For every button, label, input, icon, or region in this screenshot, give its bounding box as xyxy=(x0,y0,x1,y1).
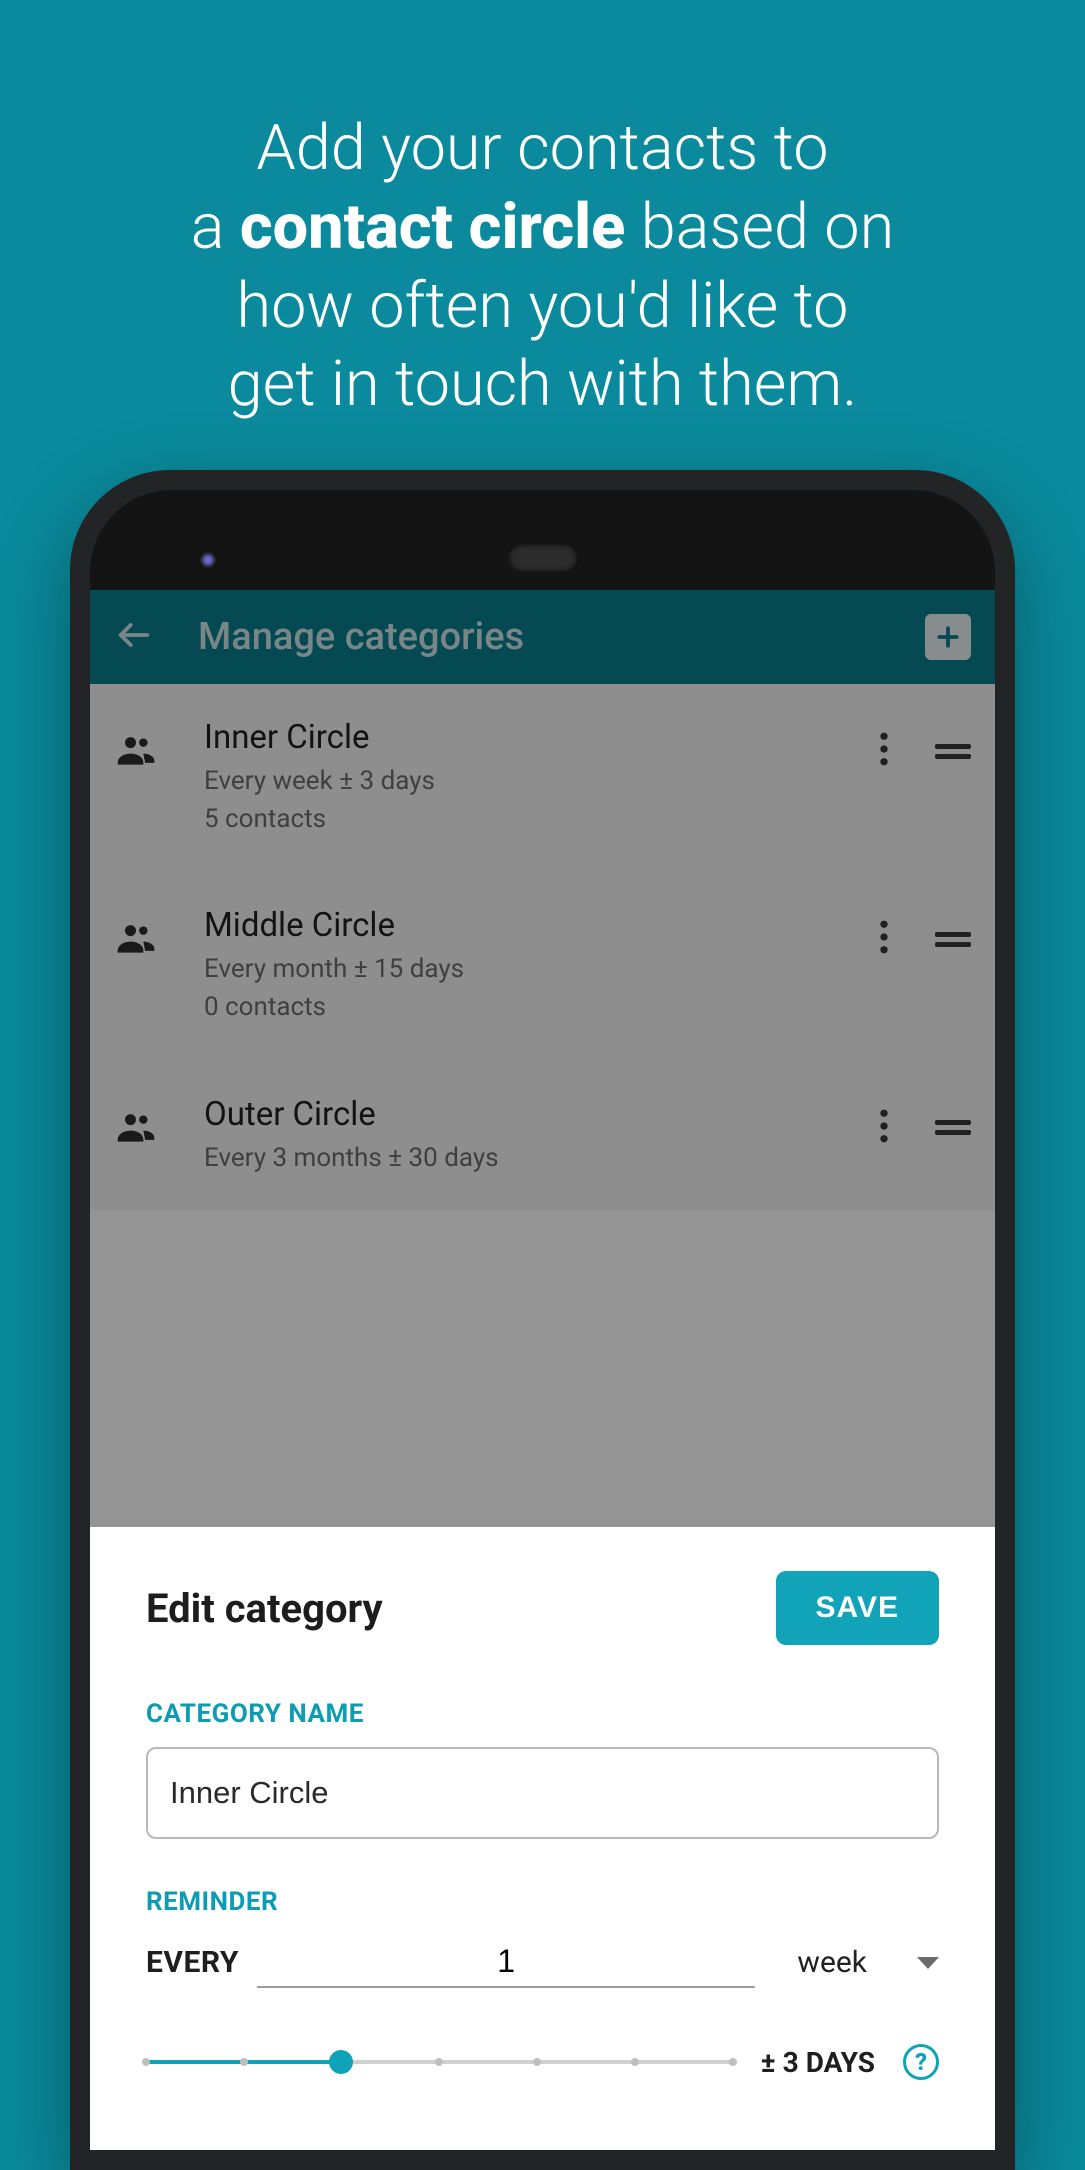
every-label: EVERY xyxy=(146,1945,239,1988)
help-icon[interactable]: ? xyxy=(903,2044,939,2080)
category-name-input[interactable] xyxy=(146,1747,939,1839)
phone-screen: Manage categories Inner Circle Every wee… xyxy=(90,590,995,2150)
frequency-number-input[interactable] xyxy=(257,1937,755,1988)
category-name-label: CATEGORY NAME xyxy=(146,1699,939,1729)
promo-line: based on xyxy=(625,191,894,264)
slider-tick xyxy=(142,2058,150,2066)
promo-headline: Add your contacts to a contact circle ba… xyxy=(0,0,1085,425)
slider-tick xyxy=(240,2058,248,2066)
slider-tick xyxy=(729,2058,737,2066)
save-button[interactable]: SAVE xyxy=(776,1571,939,1645)
slider-tick xyxy=(631,2058,639,2066)
phone-bezel: Manage categories Inner Circle Every wee… xyxy=(90,490,995,2150)
frequency-unit-value: week xyxy=(797,1945,867,1980)
promo-line: a xyxy=(191,191,240,264)
promo-line: get in touch with them. xyxy=(228,348,858,421)
tolerance-slider[interactable] xyxy=(146,2050,733,2074)
sheet-title: Edit category xyxy=(146,1585,383,1632)
promo-line: Add your contacts to xyxy=(256,112,828,185)
promo-bold: contact circle xyxy=(240,191,625,264)
slider-tick xyxy=(533,2058,541,2066)
slider-thumb[interactable] xyxy=(329,2050,353,2074)
promo-line: how often you'd like to xyxy=(236,270,848,343)
phone-frame: Manage categories Inner Circle Every wee… xyxy=(70,470,1015,2170)
chevron-down-icon xyxy=(917,1957,939,1969)
edit-category-sheet: Edit category SAVE CATEGORY NAME REMINDE… xyxy=(90,1527,995,2150)
tolerance-value: ± 3 DAYS xyxy=(761,2046,875,2079)
reminder-label: REMINDER xyxy=(146,1887,939,1917)
phone-sensor xyxy=(200,552,216,568)
slider-tick xyxy=(435,2058,443,2066)
frequency-unit-select[interactable]: week xyxy=(773,1945,939,1988)
phone-speaker xyxy=(508,544,578,572)
